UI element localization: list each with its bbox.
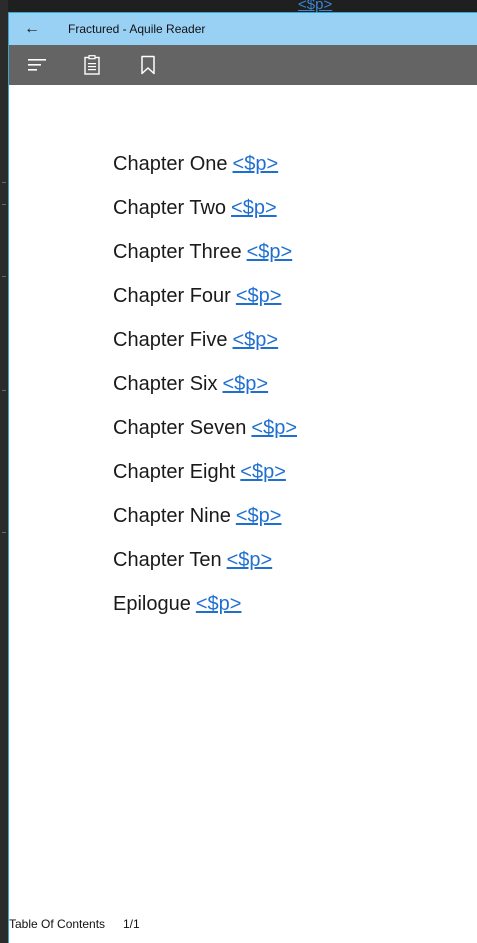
background-window-edge — [0, 0, 8, 943]
chapter-link[interactable]: <$p> — [240, 461, 286, 483]
status-bar: Table Of Contents 1/1 — [9, 909, 477, 943]
chapter-title: Chapter Three — [113, 241, 242, 263]
chapter-link[interactable]: <$p> — [236, 505, 282, 527]
chapter-link[interactable]: <$p> — [231, 197, 277, 219]
back-arrow-icon: ← — [24, 20, 40, 37]
chapter-title: Chapter Nine — [113, 505, 231, 527]
toc-item: Chapter One <$p> — [113, 151, 297, 195]
chapter-title: Epilogue — [113, 593, 191, 615]
chapter-title: Chapter Ten — [113, 549, 222, 571]
chapter-title: Chapter Four — [113, 285, 231, 307]
chapter-title: Chapter Seven — [113, 417, 247, 439]
reader-window: ← Fractured - Aquile Reader Chapter One … — [8, 12, 477, 943]
menu-button[interactable] — [17, 45, 57, 85]
notes-button[interactable] — [72, 45, 112, 85]
toc-item: Chapter Three <$p> — [113, 239, 297, 283]
chapter-link[interactable]: <$p> — [227, 549, 273, 571]
page-indicator: 1/1 — [123, 917, 140, 931]
toc-item: Chapter Ten <$p> — [113, 547, 297, 591]
title-bar: ← Fractured - Aquile Reader — [9, 13, 477, 45]
chapter-title: Chapter Eight — [113, 461, 236, 483]
toc-item: Chapter Six <$p> — [113, 371, 297, 415]
chapter-link[interactable]: <$p> — [251, 417, 297, 439]
bookmark-icon — [141, 55, 155, 75]
window-title: Fractured - Aquile Reader — [68, 22, 206, 36]
back-button[interactable]: ← — [9, 13, 55, 45]
menu-icon — [28, 59, 46, 71]
chapter-link[interactable]: <$p> — [233, 329, 279, 351]
toc-item: Epilogue <$p> — [113, 591, 297, 635]
table-of-contents: Chapter One <$p> Chapter Two <$p> Chapter … — [113, 151, 297, 635]
current-section-label: Table Of Contents — [9, 917, 106, 931]
chapter-link[interactable]: <$p> — [196, 593, 242, 615]
bookmark-button[interactable] — [128, 45, 168, 85]
toc-item: Chapter Four <$p> — [113, 283, 297, 327]
notes-icon — [84, 55, 100, 75]
chapter-link[interactable]: <$p> — [223, 373, 269, 395]
chapter-title: Chapter Five — [113, 329, 228, 351]
toc-item: Chapter Eight <$p> — [113, 459, 297, 503]
chapter-title: Chapter One — [113, 153, 228, 175]
chapter-title: Chapter Two — [113, 197, 227, 219]
toc-item: Chapter Five <$p> — [113, 327, 297, 371]
chapter-link[interactable]: <$p> — [233, 153, 279, 175]
toolbar — [9, 45, 477, 85]
chapter-link[interactable]: <$p> — [247, 241, 293, 263]
chapter-title: Chapter Six — [113, 373, 218, 395]
toc-item: Chapter Nine <$p> — [113, 503, 297, 547]
toc-item: Chapter Seven <$p> — [113, 415, 297, 459]
toc-item: Chapter Two <$p> — [113, 195, 297, 239]
chapter-link[interactable]: <$p> — [236, 285, 282, 307]
reader-content: Chapter One <$p> Chapter Two <$p> Chapter … — [9, 85, 477, 910]
